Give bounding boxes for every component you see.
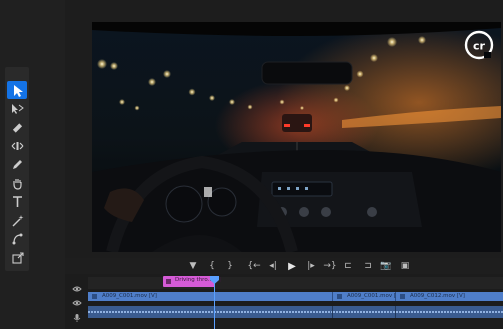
- arrow-cursor-icon: [13, 84, 23, 97]
- eye-icon[interactable]: [72, 279, 82, 292]
- go-to-out-icon: →}: [323, 261, 337, 271]
- step-back-icon: ◂|: [269, 261, 277, 271]
- audio-waveform: [333, 311, 395, 313]
- transport-controls: ▼ {} {← ◂| ▶ |▸ →} ⊏ ⊐ 📷 ▣: [185, 258, 415, 274]
- video-clip[interactable]: A009_C001.mov [V]: [88, 292, 333, 301]
- audio-clip[interactable]: [396, 306, 503, 318]
- clip-label: A009_C001.mov [V]: [347, 292, 402, 299]
- camera-icon: 📷: [380, 261, 392, 271]
- go-to-out-button[interactable]: →}: [322, 258, 338, 274]
- track-select-icon: [11, 104, 24, 115]
- insert-icon: ⊏: [344, 261, 352, 271]
- title-clip[interactable]: Driving thro.. [V]: [163, 276, 221, 287]
- overwrite-button[interactable]: ⊐: [360, 258, 376, 274]
- go-to-in-button[interactable]: {←: [246, 258, 262, 274]
- step-forward-icon: |▸: [307, 261, 315, 271]
- export-tool[interactable]: [7, 248, 27, 266]
- pen-tool[interactable]: [7, 155, 27, 173]
- audio-clip[interactable]: [88, 306, 333, 318]
- ripple-edit-icon: [12, 123, 22, 133]
- bracket-right-icon: }: [227, 261, 233, 271]
- cr-logo: cr: [464, 30, 494, 60]
- play-button[interactable]: ▶: [284, 258, 300, 274]
- add-marker-button[interactable]: ▼: [185, 258, 201, 274]
- export-frame-button[interactable]: 📷: [378, 258, 394, 274]
- audio-waveform: [396, 311, 503, 313]
- slip-tool[interactable]: [7, 137, 27, 155]
- pen-icon: [12, 159, 22, 169]
- video-frame-image: [92, 22, 501, 252]
- hand-tool[interactable]: [7, 174, 27, 192]
- type-icon: [12, 196, 22, 208]
- slip-icon: [11, 142, 23, 151]
- play-icon: ▶: [288, 260, 296, 272]
- export-icon: [11, 252, 24, 264]
- type-tool[interactable]: [7, 193, 27, 211]
- ripple-edit-tool[interactable]: [7, 118, 27, 136]
- shape-icon: [12, 233, 22, 245]
- insert-button[interactable]: ⊏: [340, 258, 356, 274]
- clip-label: A009_C001.mov [V]: [102, 292, 157, 299]
- eye-icon[interactable]: [72, 293, 82, 306]
- overwrite-icon: ⊐: [364, 261, 372, 271]
- step-back-button[interactable]: ◂|: [265, 258, 281, 274]
- clip-fx-icon: [400, 294, 405, 299]
- bracket-left-icon: {: [209, 261, 215, 271]
- selection-tool[interactable]: [7, 81, 27, 99]
- playhead-handle[interactable]: [210, 276, 219, 284]
- step-forward-button[interactable]: |▸: [303, 258, 319, 274]
- compare-icon: ▣: [400, 261, 410, 271]
- clip-fx-icon: [166, 279, 171, 284]
- clip-label: A009_C012.mov [V]: [410, 292, 465, 299]
- mark-out-button[interactable]: }: [222, 258, 238, 274]
- clip-fx-icon: [337, 294, 342, 299]
- shape-tool[interactable]: [7, 230, 27, 248]
- video-clip[interactable]: A009_C012.mov [V]: [396, 292, 503, 301]
- mark-in-button[interactable]: {: [204, 258, 220, 274]
- track-select-tool[interactable]: [7, 100, 27, 118]
- go-to-in-icon: {←: [247, 261, 261, 271]
- video-preview: [92, 22, 501, 252]
- svg-text:cr: cr: [473, 40, 486, 53]
- marker-icon: ▼: [189, 261, 197, 271]
- magic-wand-icon: [12, 214, 23, 227]
- video-clip[interactable]: A009_C001.mov [V]: [333, 292, 402, 301]
- microphone-icon[interactable]: [72, 308, 82, 322]
- hand-icon: [12, 178, 22, 190]
- clip-fx-icon: [92, 294, 97, 299]
- audio-clip[interactable]: [333, 306, 396, 318]
- timeline-ruler[interactable]: [88, 277, 503, 289]
- ai-tool[interactable]: [7, 211, 27, 229]
- audio-waveform: [88, 311, 332, 313]
- compare-button[interactable]: ▣: [397, 258, 413, 274]
- tools-panel: [5, 67, 29, 271]
